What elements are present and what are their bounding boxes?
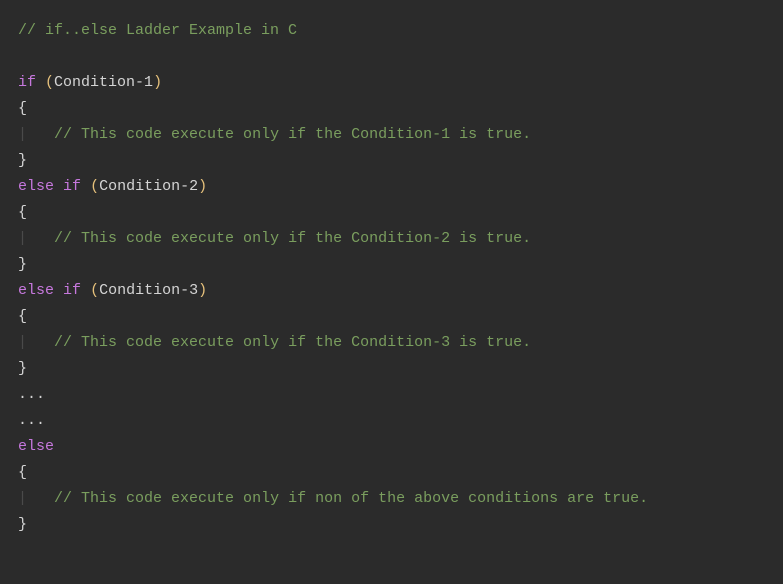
- code-block: // if..else Ladder Example in C if (Cond…: [18, 18, 765, 538]
- code-token-paren: (: [45, 74, 54, 91]
- code-line: // if..else Ladder Example in C: [18, 18, 765, 44]
- code-token-keyword: else: [18, 438, 54, 455]
- code-line: }: [18, 512, 765, 538]
- code-token-indent-guide: |: [18, 230, 27, 247]
- code-token-brace: }: [18, 256, 27, 273]
- code-token-default: ...: [18, 412, 45, 429]
- code-token-default: [27, 334, 54, 351]
- code-line: ...: [18, 382, 765, 408]
- code-token-default: [36, 74, 45, 91]
- code-token-brace: {: [18, 204, 27, 221]
- code-line: | // This code execute only if the Condi…: [18, 226, 765, 252]
- code-token-default: [81, 282, 90, 299]
- code-token-default: ...: [18, 386, 45, 403]
- code-token-identifier: Condition-2: [99, 178, 198, 195]
- code-token-indent-guide: |: [18, 490, 27, 507]
- code-token-comment: // This code execute only if the Conditi…: [54, 230, 531, 247]
- code-token-keyword: if: [18, 74, 36, 91]
- code-token-brace: {: [18, 100, 27, 117]
- code-token-brace: {: [18, 308, 27, 325]
- code-token-brace: }: [18, 360, 27, 377]
- code-line: | // This code execute only if non of th…: [18, 486, 765, 512]
- code-line: else: [18, 434, 765, 460]
- code-token-keyword: if: [63, 282, 81, 299]
- code-token-default: [81, 178, 90, 195]
- code-token-paren: ): [153, 74, 162, 91]
- code-token-comment: // This code execute only if non of the …: [54, 490, 648, 507]
- code-token-keyword: if: [63, 178, 81, 195]
- code-token-keyword: else: [18, 178, 54, 195]
- code-line: else if (Condition-2): [18, 174, 765, 200]
- code-line: {: [18, 304, 765, 330]
- code-line: {: [18, 460, 765, 486]
- code-token-comment: // This code execute only if the Conditi…: [54, 334, 531, 351]
- code-line: {: [18, 200, 765, 226]
- code-token-paren: (: [90, 178, 99, 195]
- code-line: else if (Condition-3): [18, 278, 765, 304]
- code-token-default: [27, 230, 54, 247]
- code-token-brace: }: [18, 152, 27, 169]
- code-token-brace: }: [18, 516, 27, 533]
- code-token-default: [27, 126, 54, 143]
- code-token-paren: ): [198, 282, 207, 299]
- code-token-indent-guide: |: [18, 126, 27, 143]
- code-token-comment: // This code execute only if the Conditi…: [54, 126, 531, 143]
- code-token-comment: // if..else Ladder Example in C: [18, 22, 297, 39]
- code-line: | // This code execute only if the Condi…: [18, 122, 765, 148]
- code-token-paren: ): [198, 178, 207, 195]
- code-line: }: [18, 356, 765, 382]
- code-line: {: [18, 96, 765, 122]
- code-token-keyword: else: [18, 282, 54, 299]
- code-line: ...: [18, 408, 765, 434]
- code-token-identifier: Condition-3: [99, 282, 198, 299]
- code-token-default: [27, 490, 54, 507]
- code-line: if (Condition-1): [18, 70, 765, 96]
- code-line: [18, 44, 765, 70]
- code-token-indent-guide: |: [18, 334, 27, 351]
- code-token-default: [54, 282, 63, 299]
- code-line: }: [18, 148, 765, 174]
- code-token-brace: {: [18, 464, 27, 481]
- code-token-default: [54, 178, 63, 195]
- code-line: }: [18, 252, 765, 278]
- code-token-paren: (: [90, 282, 99, 299]
- code-line: | // This code execute only if the Condi…: [18, 330, 765, 356]
- code-token-identifier: Condition-1: [54, 74, 153, 91]
